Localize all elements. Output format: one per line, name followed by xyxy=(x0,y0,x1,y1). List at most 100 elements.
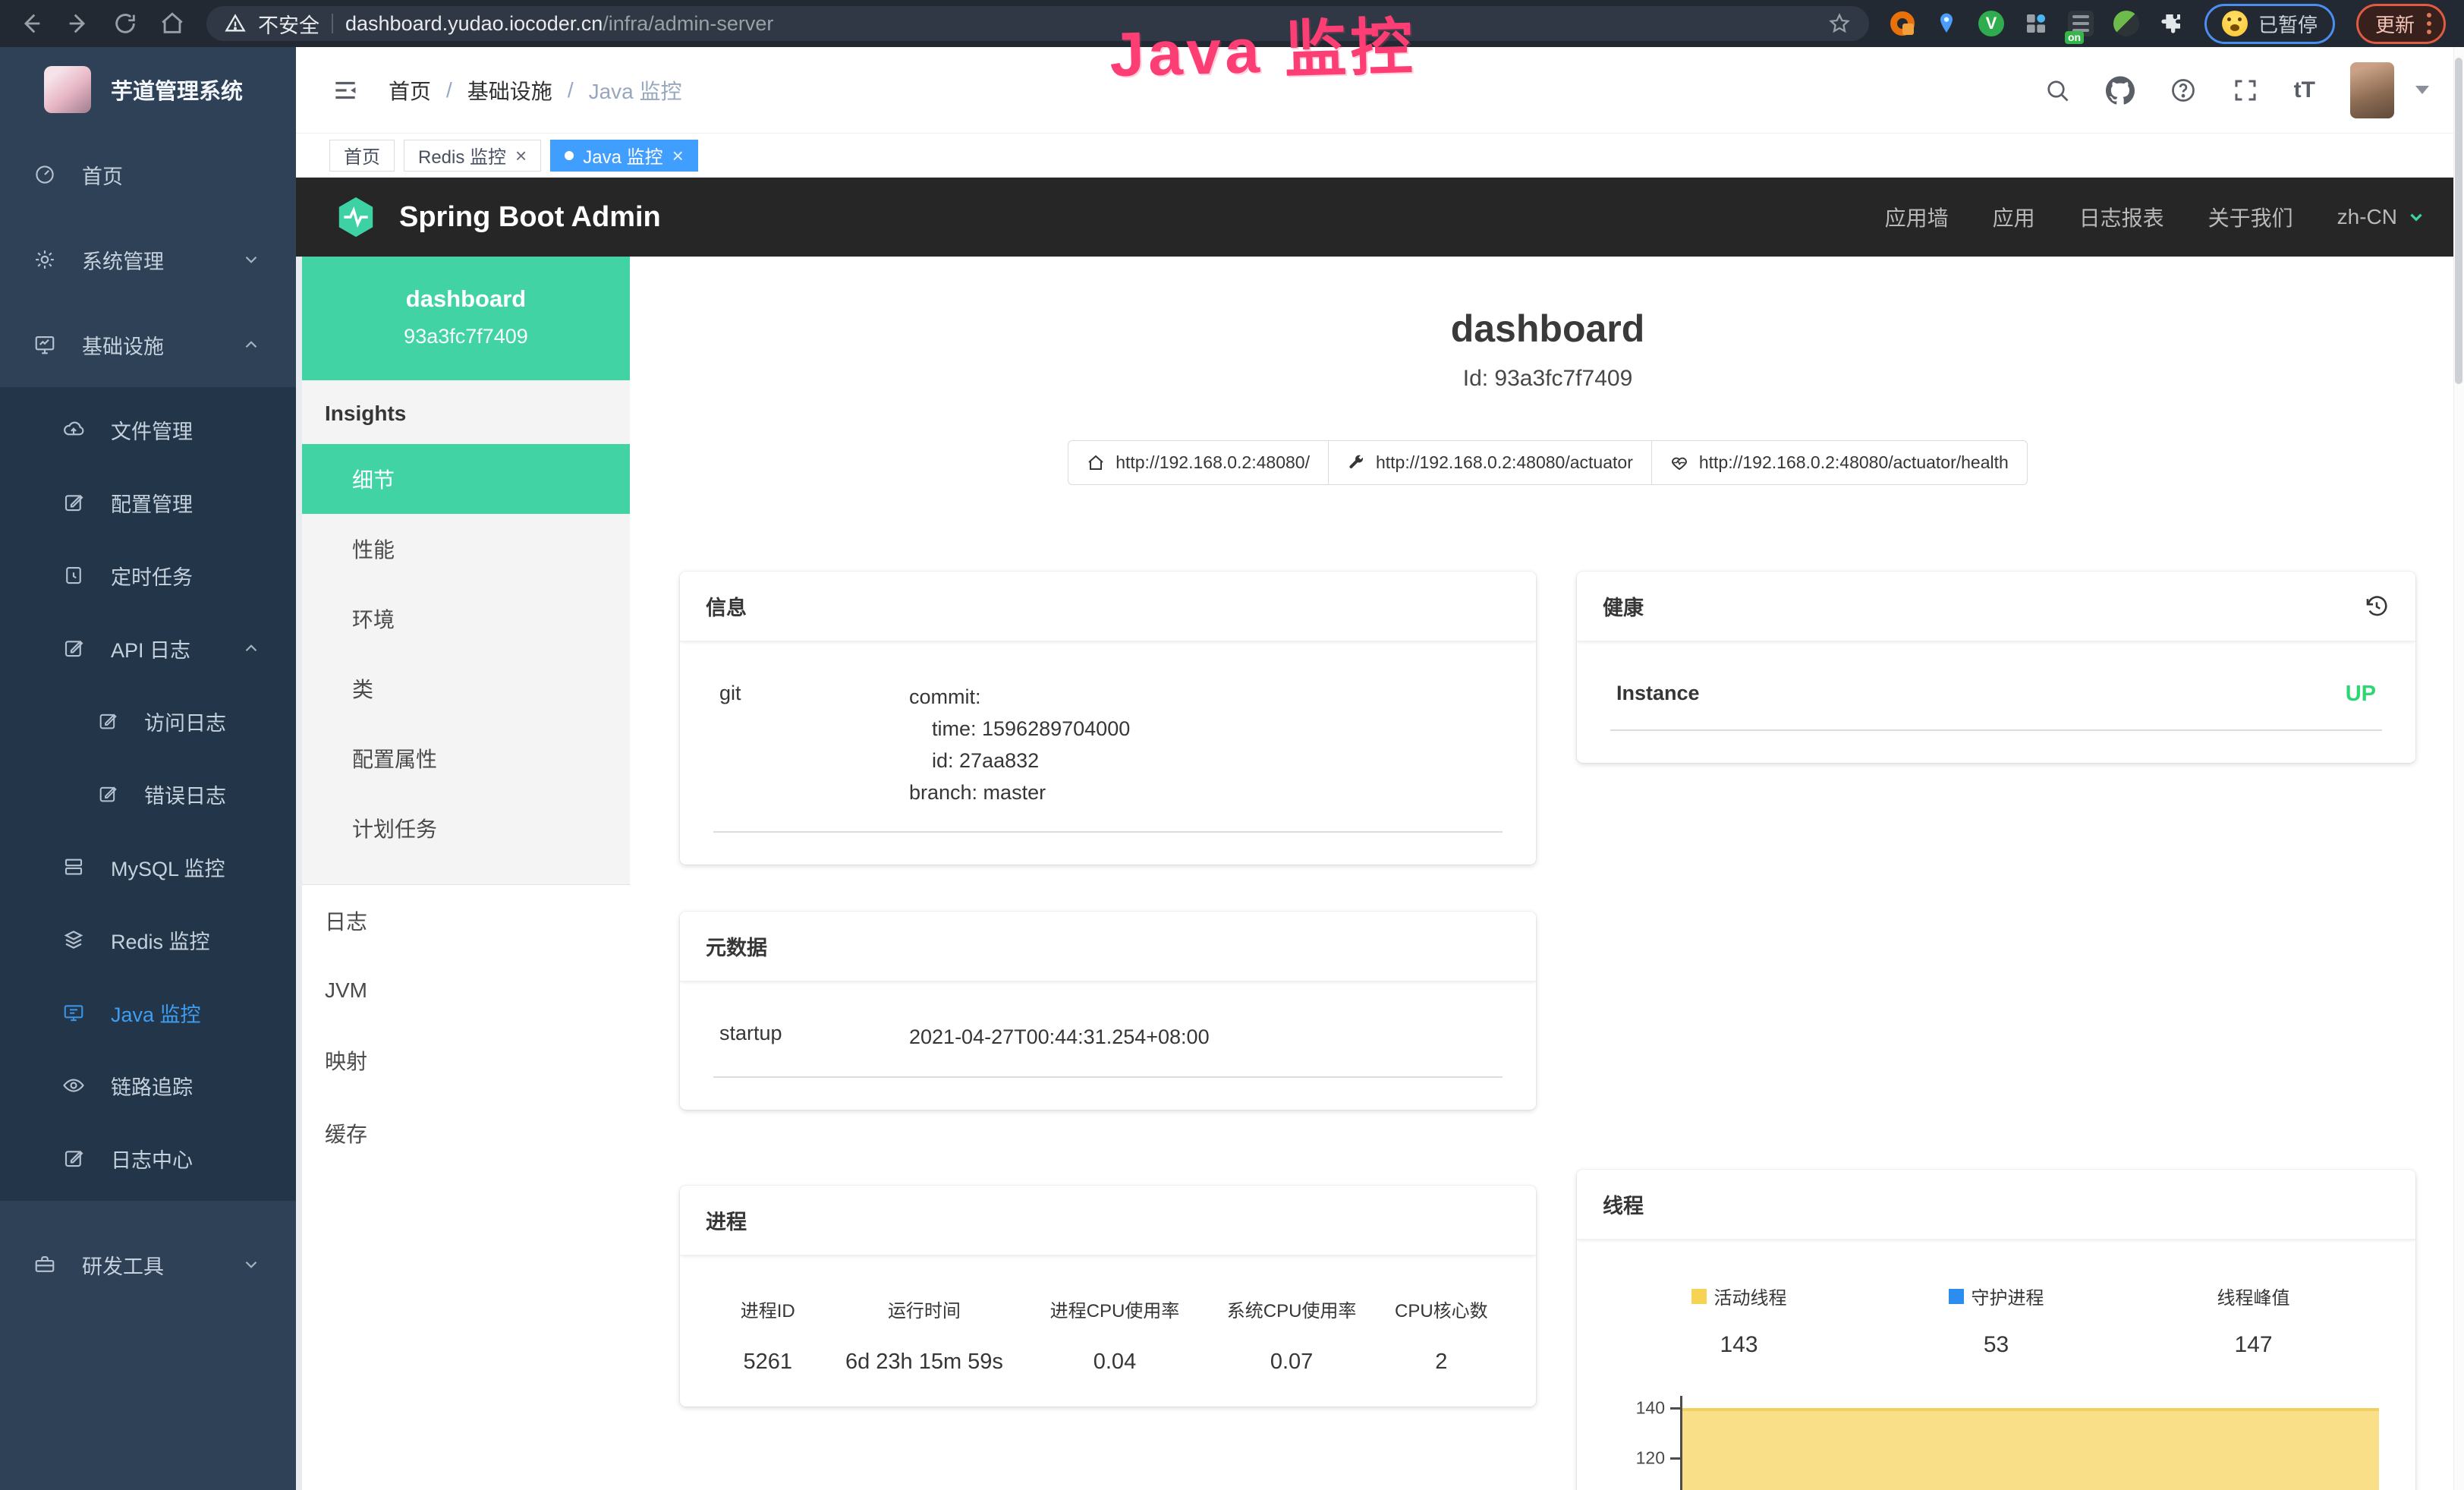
sba-insights-group: 细节 性能 环境 类 配置属性 计划任务 xyxy=(302,444,630,884)
health-card: 健康 Instance UP xyxy=(1577,572,2415,763)
font-size-icon[interactable]: tT xyxy=(2294,77,2315,103)
sidebar-item-system[interactable]: 系统管理 xyxy=(0,217,296,302)
caret-down-icon[interactable] xyxy=(2415,86,2429,94)
sidebar-item-config[interactable]: 配置管理 xyxy=(0,466,296,539)
sidebar-item-redis[interactable]: Redis 监控 xyxy=(0,903,296,976)
process-table-headers: 进程ID 运行时间 进程CPU使用率 系统CPU使用率 CPU核心数 xyxy=(713,1296,1503,1322)
address-bar[interactable]: 不安全 dashboard.yudao.iocoder.cn/infra/adm… xyxy=(206,6,1869,41)
extension-icon-grid[interactable] xyxy=(2024,11,2048,36)
sidebar-item-jobs[interactable]: 定时任务 xyxy=(0,539,296,612)
clock-history-icon xyxy=(62,564,85,587)
panel-divider xyxy=(296,257,302,1490)
sidebar-item-devtools[interactable]: 研发工具 xyxy=(0,1222,296,1307)
extension-icon-ring[interactable] xyxy=(1890,11,1915,36)
github-icon[interactable] xyxy=(2106,76,2135,105)
cards-grid: 信息 git commit: time: 1596289704000 id: 2… xyxy=(680,572,2415,1490)
threads-legend: 活动线程 143 守护进程 53 线程峰值 xyxy=(1610,1283,2382,1358)
sba-nav-wallboard[interactable]: 应用墙 xyxy=(1885,202,1949,232)
help-icon[interactable] xyxy=(2170,77,2197,104)
reload-icon[interactable] xyxy=(112,11,138,36)
breadcrumb-infra[interactable]: 基础设施 xyxy=(467,75,552,106)
profile-paused-pill[interactable]: 已暂停 xyxy=(2204,4,2335,44)
tab-close-icon[interactable] xyxy=(672,146,684,165)
sba-nav-about[interactable]: 关于我们 xyxy=(2208,202,2293,232)
sba-locale-select[interactable]: zh-CN xyxy=(2337,205,2426,229)
threads-card: 线程 活动线程 143 守护进程 xyxy=(1577,1170,2415,1490)
sidebar-item-api-log[interactable]: API 日志 xyxy=(0,612,296,685)
user-avatar[interactable] xyxy=(2350,62,2394,118)
sidebar-item-log-center[interactable]: 日志中心 xyxy=(0,1122,296,1195)
browser-menu-icon[interactable] xyxy=(2427,13,2431,34)
sidebar-item-java[interactable]: Java 监控 xyxy=(0,976,296,1049)
breadcrumb-separator xyxy=(446,78,452,102)
sba-instance-id: 93a3fc7f7409 xyxy=(310,325,622,348)
chart-area-series xyxy=(1682,1408,2379,1490)
extension-icon-leaf[interactable] xyxy=(2113,11,2139,36)
breadcrumb: 首页 基础设施 Java 监控 xyxy=(389,75,682,106)
sba-nav-journal[interactable]: 日志报表 xyxy=(2079,202,2164,232)
sba-nav-links: 应用墙 应用 日志报表 关于我们 zh-CN xyxy=(1885,202,2426,232)
tab-home[interactable]: 首页 xyxy=(329,140,395,172)
breadcrumb-current: Java 监控 xyxy=(589,75,682,106)
sidebar-item-files[interactable]: 文件管理 xyxy=(0,393,296,466)
bookmark-star-icon[interactable] xyxy=(1828,12,1851,35)
chevron-down-icon xyxy=(241,250,261,269)
sba-item-scheduled[interactable]: 计划任务 xyxy=(302,793,630,863)
chevron-up-icon xyxy=(241,638,261,658)
sba-nav-applications[interactable]: 应用 xyxy=(1993,202,2035,232)
legend-daemon-threads: 守护进程 53 xyxy=(1868,1283,2125,1358)
tab-close-icon[interactable] xyxy=(515,146,527,165)
extension-icon-switch[interactable]: on xyxy=(2068,11,2094,36)
health-url-button[interactable]: http://192.168.0.2:48080/actuator/health xyxy=(1651,440,2028,485)
tab-redis[interactable]: Redis 监控 xyxy=(404,140,541,172)
sba-item-mappings[interactable]: 映射 xyxy=(302,1024,630,1097)
sidebar-item-error-log[interactable]: 错误日志 xyxy=(0,758,296,830)
sba-instance-block[interactable]: dashboard 93a3fc7f7409 xyxy=(302,257,630,380)
home-icon[interactable] xyxy=(159,11,185,36)
sidebar-item-mysql[interactable]: MySQL 监控 xyxy=(0,830,296,903)
metadata-card-body: startup 2021-04-27T00:44:31.254+08:00 xyxy=(680,982,1536,1110)
health-card-title: 健康 xyxy=(1603,591,1644,621)
system-cpu: 0.07 xyxy=(1204,1350,1380,1375)
process-card: 进程 进程ID 运行时间 进程CPU使用率 系统CPU使用率 CPU核心数 xyxy=(680,1186,1536,1407)
forward-icon[interactable] xyxy=(65,11,91,36)
sba-item-details[interactable]: 细节 xyxy=(302,444,630,514)
sba-item-jvm[interactable]: JVM xyxy=(302,957,630,1024)
sba-item-classes[interactable]: 类 xyxy=(302,654,630,723)
service-url-button[interactable]: http://192.168.0.2:48080/ xyxy=(1068,440,1329,485)
sba-sidebar: dashboard 93a3fc7f7409 Insights 细节 性能 环境… xyxy=(302,257,630,1490)
logo-image xyxy=(44,66,91,113)
app-shell: 芋道管理系统 首页 系统管理 基础设施 文件管理 xyxy=(0,47,2464,1490)
sba-item-caches[interactable]: 缓存 xyxy=(302,1097,630,1170)
fullscreen-icon[interactable] xyxy=(2232,77,2259,104)
sidebar-item-access-log[interactable]: 访问日志 xyxy=(0,685,296,758)
back-icon[interactable] xyxy=(18,11,44,36)
sba-item-metrics[interactable]: 性能 xyxy=(302,514,630,584)
instance-title: dashboard xyxy=(680,307,2415,351)
extension-puzzle-icon[interactable] xyxy=(2159,11,2183,36)
heartbeat-icon xyxy=(1670,454,1688,472)
sidebar-logo[interactable]: 芋道管理系统 xyxy=(0,47,296,132)
scrollbar-thumb[interactable] xyxy=(2455,58,2462,384)
history-icon[interactable] xyxy=(2364,594,2390,619)
instance-id-line: Id: 93a3fc7f7409 xyxy=(680,366,2415,392)
sidebar-item-home[interactable]: 首页 xyxy=(0,132,296,217)
sidebar-item-trace[interactable]: 链路追踪 xyxy=(0,1049,296,1122)
search-icon[interactable] xyxy=(2044,77,2071,104)
breadcrumb-home[interactable]: 首页 xyxy=(389,75,431,106)
browser-update-button[interactable]: 更新 xyxy=(2356,4,2446,44)
sba-brand[interactable]: Spring Boot Admin xyxy=(334,195,661,239)
hamburger-icon[interactable] xyxy=(331,76,360,105)
sidebar-item-infra[interactable]: 基础设施 xyxy=(0,302,296,387)
tab-java[interactable]: Java 监控 xyxy=(550,140,698,172)
sba-item-configprops[interactable]: 配置属性 xyxy=(302,723,630,793)
sba-item-logs[interactable]: 日志 xyxy=(302,884,630,957)
scrollbar-track xyxy=(2453,47,2464,1490)
extension-icon-pin[interactable] xyxy=(1934,11,1959,36)
actuator-url-button[interactable]: http://192.168.0.2:48080/actuator xyxy=(1328,440,1652,485)
sba-item-environment[interactable]: 环境 xyxy=(302,584,630,654)
info-card: 信息 git commit: time: 1596289704000 id: 2… xyxy=(680,572,1536,865)
extension-icon-vue[interactable]: V xyxy=(1978,11,2004,36)
health-row-instance: Instance UP xyxy=(1610,682,2382,731)
process-table-values: 5261 6d 23h 15m 59s 0.04 0.07 2 xyxy=(713,1350,1503,1375)
